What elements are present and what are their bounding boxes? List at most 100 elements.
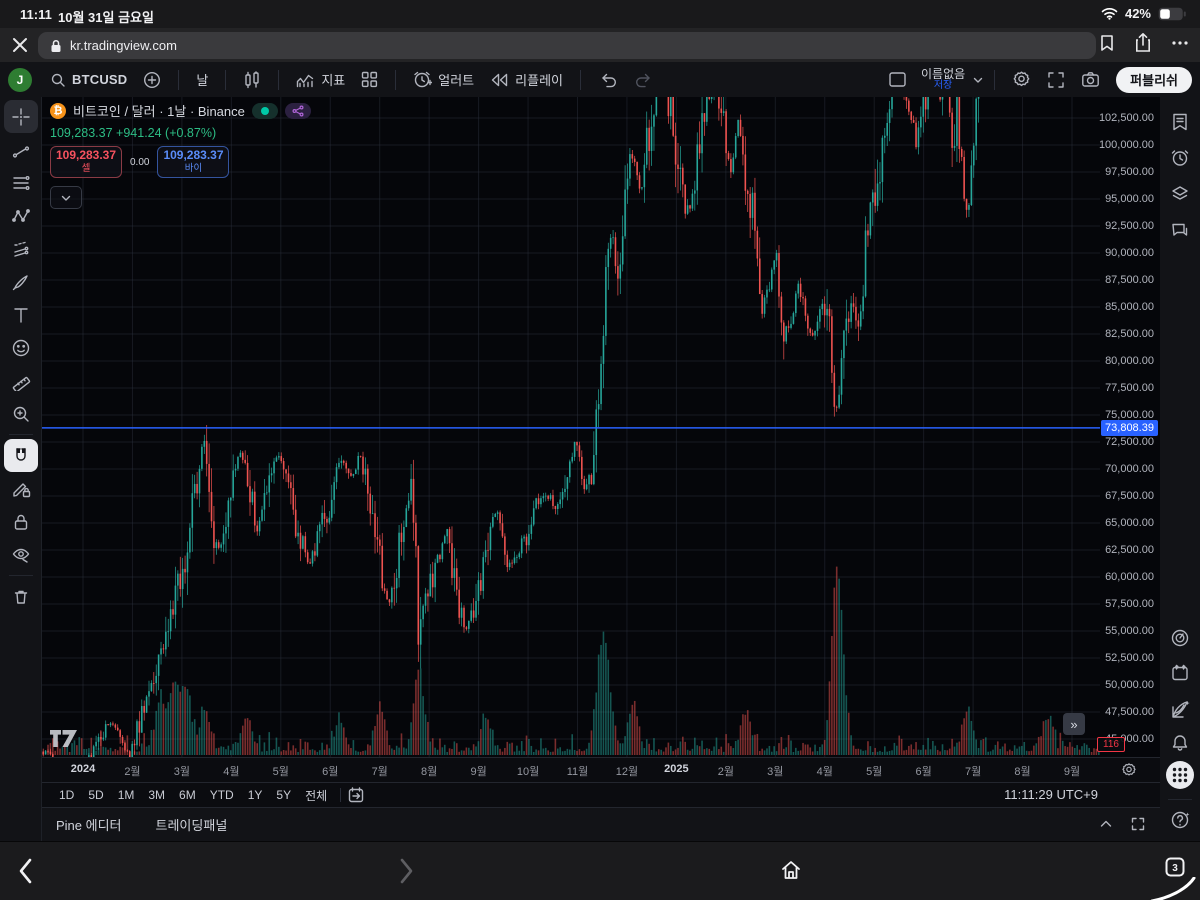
bottom-panel-bar: Pine 에디터 트레이딩패널 (42, 807, 1160, 841)
tab-count: 3 (1172, 863, 1178, 874)
share-icon[interactable] (1134, 32, 1152, 53)
panel-maximize-icon[interactable] (1130, 816, 1146, 832)
close-tab-icon[interactable] (8, 33, 32, 57)
browser-bar: kr.tradingview.com (0, 28, 1200, 62)
nav-home-icon[interactable] (779, 858, 803, 882)
range-button-6m[interactable]: 6M (172, 786, 203, 804)
interval-button[interactable]: 날 (188, 66, 216, 94)
time-tick: 10월 (506, 763, 550, 779)
time-tick: 6월 (308, 763, 352, 779)
crosshair-tool[interactable] (4, 100, 38, 133)
price-axis[interactable]: 102,500.00100,000.0097,500.0095,000.0092… (1100, 97, 1160, 757)
time-tick: 3월 (160, 763, 204, 779)
range-button-1y[interactable]: 1Y (241, 786, 270, 804)
lock-all-tool[interactable] (4, 505, 38, 538)
nav-tabs-icon[interactable]: 3 (1163, 855, 1187, 879)
bookmark-icon[interactable] (1098, 33, 1116, 53)
zoom-in-tool[interactable] (4, 397, 38, 430)
time-tick: 4월 (209, 763, 253, 779)
range-button-1d[interactable]: 1D (52, 786, 81, 804)
time-tick: 5월 (259, 763, 303, 779)
remove-drawings-tool[interactable] (4, 580, 38, 613)
pine-editor-tab[interactable]: Pine 에디터 (56, 815, 122, 834)
buy-button[interactable]: 109,283.37 바이 (157, 146, 229, 178)
time-tick: 8월 (407, 763, 451, 779)
goto-date-icon[interactable] (347, 786, 365, 804)
highlighted-price-label: 73,808.39 (1101, 420, 1158, 436)
emoji-tool[interactable] (4, 331, 38, 364)
magnet-tool[interactable] (4, 439, 38, 472)
replay-button[interactable]: 리플레이 (482, 66, 571, 94)
layout-select-icon[interactable] (880, 66, 915, 94)
save-label[interactable]: 저장 (934, 80, 952, 92)
settings-gear-icon[interactable] (1004, 66, 1039, 94)
symbol-search-button[interactable]: BTCUSD (42, 66, 135, 94)
camera-icon[interactable] (1073, 66, 1108, 94)
range-button-3m[interactable]: 3M (141, 786, 172, 804)
btc-symbol-icon: ₿ (50, 103, 66, 119)
apps-grid-icon[interactable] (1165, 760, 1195, 790)
alert-button[interactable]: 얼러트 (405, 66, 482, 94)
help-icon[interactable] (1170, 809, 1190, 829)
panel-collapse-chevron-icon[interactable] (1098, 816, 1114, 832)
pattern-tool[interactable] (4, 199, 38, 232)
calendar-icon[interactable] (1170, 663, 1190, 683)
time-tick: 11월 (556, 763, 600, 779)
watchlist-icon[interactable] (1170, 112, 1190, 132)
clock-utc[interactable]: 11:11:29 UTC+9 (1004, 787, 1098, 802)
alerts-clock-icon[interactable] (1170, 148, 1190, 168)
measure-tool[interactable] (4, 364, 38, 397)
undo-icon[interactable] (590, 66, 626, 94)
hide-drawings-tool[interactable] (4, 538, 38, 571)
price-tick: 85,000.00 (1105, 301, 1154, 313)
pencil-stroke (1146, 877, 1198, 900)
brush-tool[interactable] (4, 265, 38, 298)
trading-panel-tab[interactable]: 트레이딩패널 (156, 815, 228, 834)
legend-collapse-chevron[interactable] (50, 186, 82, 209)
text-tool[interactable] (4, 298, 38, 331)
forecast-tool[interactable] (4, 232, 38, 265)
layout-name-button[interactable]: 이름없음 저장 (915, 68, 971, 92)
time-tick: 2025 (654, 763, 698, 775)
trend-line-tool[interactable] (4, 133, 38, 166)
publish-button[interactable]: 퍼블리쉬 (1116, 67, 1192, 93)
compare-add-icon[interactable] (135, 66, 169, 94)
range-button-5y[interactable]: 5Y (269, 786, 298, 804)
chart-style-icon[interactable] (235, 66, 269, 94)
url-bar[interactable]: kr.tradingview.com (38, 32, 1096, 59)
market-status-pill[interactable] (252, 103, 278, 119)
indicators-button[interactable]: 지표 (288, 66, 353, 94)
nav-forward-icon[interactable] (400, 858, 414, 884)
range-button-5d[interactable]: 5D (81, 786, 110, 804)
time-axis[interactable]: 20242월3월4월5월6월7월8월9월10월11월12월20252월3월4월5… (42, 757, 1160, 783)
indicator-templates-icon[interactable] (353, 66, 386, 94)
price-tick: 95,000.00 (1105, 193, 1154, 205)
fullscreen-icon[interactable] (1039, 66, 1073, 94)
more-menu-icon[interactable] (1170, 33, 1190, 53)
sell-button[interactable]: 109,283.37 셀 (50, 146, 122, 178)
range-button-전체[interactable]: 전체 (298, 785, 334, 806)
symbol-description[interactable]: 비트코인 / 달러 · 1날 · Binance (73, 101, 245, 120)
chat-icon[interactable] (1170, 220, 1190, 240)
range-button-1m[interactable]: 1M (111, 786, 142, 804)
redo-icon[interactable] (626, 66, 662, 94)
price-tick: 75,000.00 (1105, 409, 1154, 421)
axis-settings-gear-icon[interactable] (1121, 762, 1137, 778)
time-tick: 2월 (110, 763, 154, 779)
notifications-bell-icon[interactable] (1170, 733, 1190, 753)
drawing-mode-lock-tool[interactable] (4, 472, 38, 505)
scroll-to-latest-button[interactable]: » (1063, 713, 1085, 735)
nav-back-icon[interactable] (18, 858, 32, 884)
time-tick: 9월 (1050, 763, 1094, 779)
fib-retracement-tool[interactable] (4, 166, 38, 199)
tradingview-logo[interactable] (50, 730, 77, 747)
share-ideas-icon[interactable] (285, 103, 311, 119)
user-avatar[interactable]: J (8, 68, 32, 92)
scanner-icon[interactable] (1170, 628, 1190, 648)
price-tick: 102,500.00 (1099, 112, 1154, 124)
chevron-down-icon[interactable] (971, 73, 985, 87)
object-tree-icon[interactable] (1170, 184, 1190, 204)
range-button-ytd[interactable]: YTD (203, 786, 241, 804)
sparks-heatmap-icon[interactable] (1170, 698, 1190, 718)
price-tick: 55,000.00 (1105, 625, 1154, 637)
